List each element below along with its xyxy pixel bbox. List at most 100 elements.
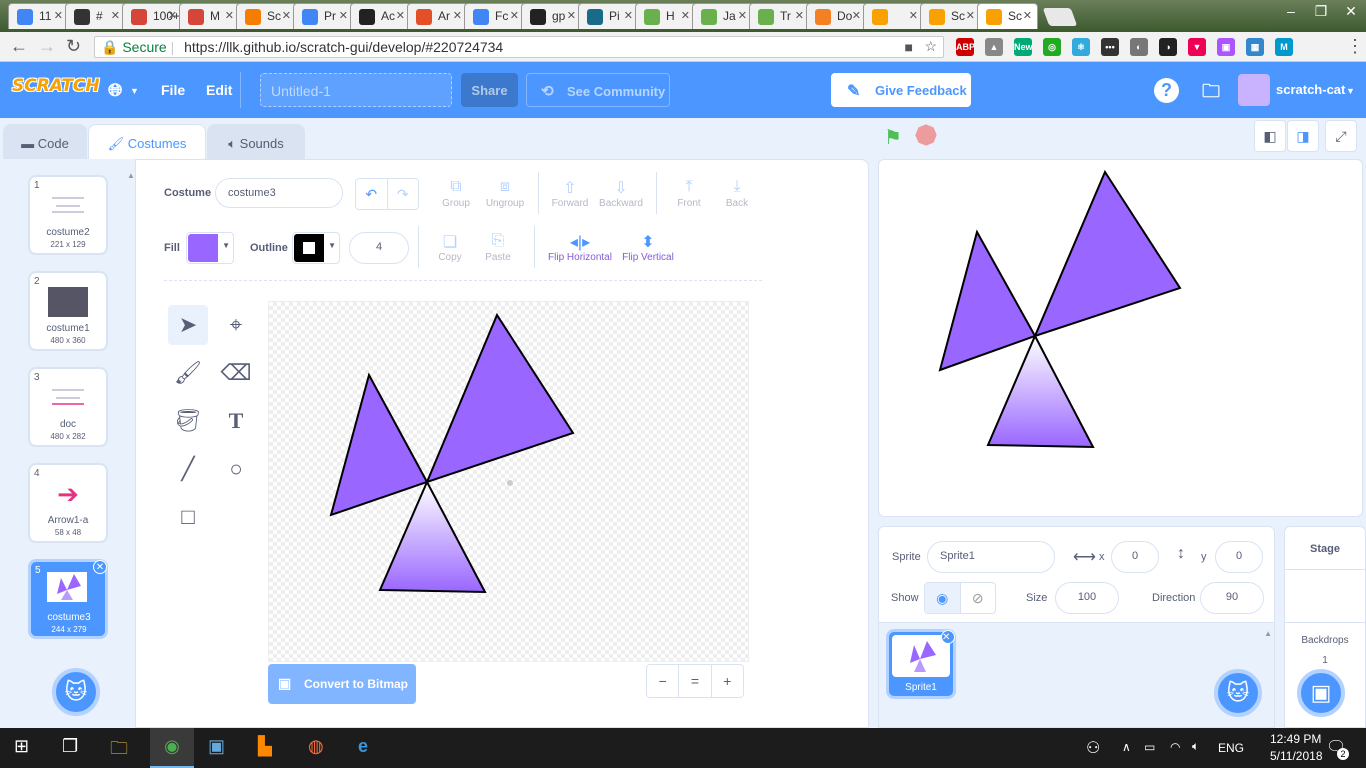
scrollbar[interactable]: ▲ bbox=[127, 167, 135, 727]
firefox-icon[interactable]: ◍ bbox=[308, 736, 324, 757]
close-tab-icon[interactable]: ✕ bbox=[795, 9, 804, 22]
zoom-in-icon[interactable]: + bbox=[712, 665, 743, 697]
browser-tab[interactable]: H ✕ bbox=[635, 3, 696, 29]
browser-tab[interactable]: ✕ bbox=[863, 3, 924, 29]
address-bar[interactable]: 🔒 Secure | https://llk.github.io/scratch… bbox=[94, 36, 944, 58]
x-input[interactable]: 0 bbox=[1111, 541, 1159, 573]
add-costume-button[interactable]: 🐱︎ bbox=[52, 668, 100, 716]
paint-canvas[interactable] bbox=[268, 301, 749, 662]
paste-button[interactable]: ⎘ Paste bbox=[473, 232, 523, 263]
task-view-icon[interactable]: ❐ bbox=[62, 736, 78, 757]
extension-icon[interactable]: ⚛ bbox=[1072, 38, 1090, 56]
sprite-tile[interactable]: ✕ Sprite1 bbox=[886, 629, 956, 699]
clock-time[interactable]: 12:49 PM bbox=[1270, 732, 1321, 746]
normal-stage-button[interactable]: ◨ bbox=[1287, 120, 1319, 152]
tab-code[interactable]: ▬ Code bbox=[3, 124, 87, 160]
close-tab-icon[interactable]: ✕ bbox=[738, 9, 747, 22]
extension-icon[interactable]: ▣ bbox=[1217, 38, 1235, 56]
windows-start-icon[interactable]: ⊞ bbox=[14, 736, 29, 757]
give-feedback-button[interactable]: ✎ Give Feedback bbox=[831, 73, 971, 107]
text-tool[interactable]: T bbox=[216, 401, 256, 441]
extension-icon[interactable]: M bbox=[1275, 38, 1293, 56]
forward-button[interactable]: ⇧ Forward bbox=[545, 178, 595, 209]
select-tool[interactable]: ➤ bbox=[168, 305, 208, 345]
extension-icon[interactable]: New bbox=[1014, 38, 1033, 56]
terminal-icon[interactable]: ▣ bbox=[208, 736, 225, 757]
stage-panel[interactable]: Stage Backdrops 1 ▣ bbox=[1284, 526, 1366, 728]
see-community-button[interactable]: ⟲ See Community bbox=[526, 73, 670, 107]
browser-tab[interactable]: Do ✕ bbox=[806, 3, 867, 29]
extension-icon[interactable]: ◎ bbox=[1043, 38, 1061, 56]
browser-tab[interactable]: 100+ ✕ bbox=[122, 3, 183, 29]
browser-tab[interactable]: Ac ✕ bbox=[350, 3, 411, 29]
add-backdrop-button[interactable]: ▣ bbox=[1297, 669, 1345, 717]
project-title-input[interactable]: Untitled-1 bbox=[260, 73, 452, 107]
costume-name-input[interactable]: costume3 bbox=[215, 178, 343, 208]
close-tab-icon[interactable]: ✕ bbox=[681, 9, 690, 22]
wifi-icon[interactable]: ◠ bbox=[1170, 740, 1180, 754]
close-tab-icon[interactable]: ✕ bbox=[111, 9, 120, 22]
close-tab-icon[interactable]: ✕ bbox=[54, 9, 63, 22]
scratch-logo[interactable]: SCRATCH bbox=[12, 76, 100, 96]
flip-horizontal-button[interactable]: ◂|▸ Flip Horizontal bbox=[546, 232, 614, 263]
file-menu[interactable]: File bbox=[161, 82, 185, 98]
browser-tab[interactable]: Tr ✕ bbox=[749, 3, 810, 29]
y-input[interactable]: 0 bbox=[1215, 541, 1263, 573]
maximize-icon[interactable]: ❐ bbox=[1306, 0, 1336, 24]
costume-tile[interactable]: 4 ➔ Arrow1-a 58 x 48 bbox=[28, 463, 108, 543]
backward-button[interactable]: ⇩ Backward bbox=[596, 178, 646, 209]
file-explorer-icon[interactable]: 🗀 bbox=[110, 736, 128, 766]
camera-icon[interactable]: ■ bbox=[905, 39, 913, 55]
green-flag-icon[interactable]: ⚑ bbox=[884, 125, 902, 150]
edge-icon[interactable]: e bbox=[358, 736, 368, 757]
brush-tool[interactable]: 🖌︎ bbox=[168, 353, 208, 393]
browser-tab[interactable]: Sc ✕ bbox=[236, 3, 297, 29]
tab-sounds[interactable]: 🔈︎ Sounds bbox=[207, 124, 305, 160]
circle-tool[interactable]: ○ bbox=[216, 449, 256, 489]
eye-hidden-icon[interactable]: ⊘ bbox=[961, 583, 996, 613]
fill-tool[interactable]: 🪣︎ bbox=[168, 401, 208, 441]
close-tab-icon[interactable]: ✕ bbox=[396, 9, 405, 22]
browser-tab[interactable]: Fc ✕ bbox=[464, 3, 525, 29]
sprite-name-input[interactable]: Sprite1 bbox=[927, 541, 1055, 573]
battery-icon[interactable]: ▭ bbox=[1144, 740, 1155, 754]
reshape-tool[interactable]: ⌖ bbox=[216, 305, 256, 345]
browser-tab[interactable]: 11 ✕ bbox=[8, 3, 69, 29]
costume-tile[interactable]: 5 costume3 244 x 279 ✕ bbox=[28, 559, 108, 639]
redo-icon[interactable]: ↷ bbox=[388, 179, 419, 209]
browser-tab[interactable]: Ar ✕ bbox=[407, 3, 468, 29]
language-indicator[interactable]: ENG bbox=[1218, 741, 1244, 755]
browser-tab[interactable]: Pi ✕ bbox=[578, 3, 639, 29]
convert-to-bitmap-button[interactable]: ▣ Convert to Bitmap bbox=[268, 664, 416, 704]
help-icon[interactable]: ? bbox=[1154, 78, 1179, 103]
close-tab-icon[interactable]: ✕ bbox=[282, 9, 291, 22]
close-tab-icon[interactable]: ✕ bbox=[453, 9, 462, 22]
share-button[interactable]: Share bbox=[461, 73, 518, 107]
ungroup-button[interactable]: ⧈ Ungroup bbox=[480, 178, 530, 209]
undo-icon[interactable]: ↶ bbox=[356, 179, 388, 209]
browser-menu-icon[interactable]: ⋮ bbox=[1346, 36, 1364, 57]
size-input[interactable]: 100 bbox=[1055, 582, 1119, 614]
close-tab-icon[interactable]: ✕ bbox=[624, 9, 633, 22]
close-tab-icon[interactable]: ✕ bbox=[225, 9, 234, 22]
fill-color-picker[interactable]: ▼ bbox=[186, 232, 234, 264]
extension-icon[interactable]: ▦ bbox=[1246, 38, 1264, 56]
front-button[interactable]: ⤒ Front bbox=[664, 178, 714, 209]
forward-arrow-icon[interactable]: → bbox=[38, 36, 56, 57]
scrollbar[interactable]: ▲ bbox=[1264, 629, 1272, 638]
extension-icon[interactable]: ••• bbox=[1101, 38, 1119, 56]
outline-width-input[interactable]: 4 bbox=[349, 232, 409, 264]
delete-costume-icon[interactable]: ✕ bbox=[93, 560, 107, 574]
delete-sprite-icon[interactable]: ✕ bbox=[941, 630, 955, 644]
people-icon[interactable]: ⚇ bbox=[1086, 738, 1100, 758]
costume-tile[interactable]: 3 doc 480 x 282 bbox=[28, 367, 108, 447]
browser-tab[interactable]: Ja ✕ bbox=[692, 3, 753, 29]
reload-icon[interactable]: ↻ bbox=[66, 36, 81, 57]
extension-icon[interactable]: ABP bbox=[956, 38, 975, 56]
sublime-icon[interactable]: ▙ bbox=[258, 736, 272, 757]
small-stage-button[interactable]: ◧ bbox=[1254, 120, 1286, 152]
close-tab-icon[interactable]: ✕ bbox=[168, 9, 177, 22]
add-sprite-button[interactable]: 🐱︎ bbox=[1214, 669, 1262, 717]
clock-date[interactable]: 5/11/2018 bbox=[1270, 749, 1323, 763]
username[interactable]: scratch-cat bbox=[1276, 82, 1345, 97]
